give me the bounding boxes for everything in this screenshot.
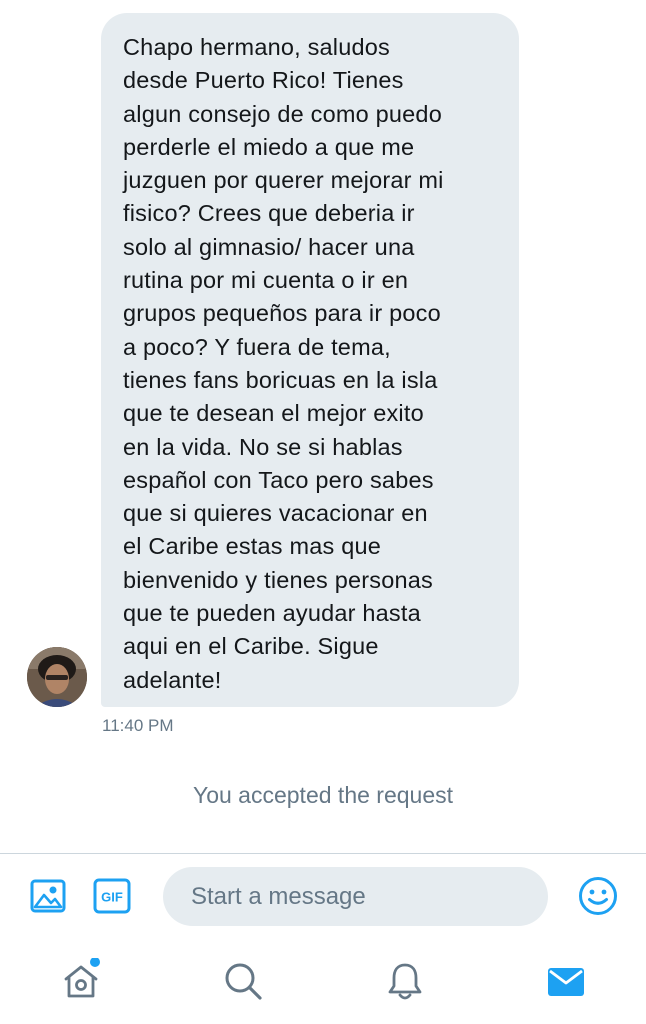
gif-label: GIF [101,890,123,905]
nav-home[interactable] [58,958,104,1004]
avatar[interactable] [27,647,87,707]
add-gif-button[interactable]: GIF [93,877,131,915]
emoji-button[interactable] [578,876,617,915]
image-icon [30,879,66,913]
messages-envelope-icon [548,968,584,996]
message-input[interactable] [163,867,548,926]
notifications-bell-icon [388,963,422,1000]
home-icon [64,958,100,998]
emoji-smile-icon [579,877,617,915]
message-timestamp: 11:40 PM [102,716,174,735]
message-text: Chapo hermano, saludos desde Puerto Rico… [123,34,444,693]
composer-divider [0,853,646,854]
nav-search[interactable] [220,958,266,1004]
received-message-bubble[interactable]: Chapo hermano, saludos desde Puerto Rico… [101,13,519,707]
request-accepted-notice: You accepted the request [192,782,454,808]
avatar-image [27,647,87,707]
nav-notifications[interactable] [382,958,428,1004]
search-icon [225,963,262,1000]
notification-dot [90,958,100,967]
nav-messages[interactable] [543,958,589,1004]
add-photo-button[interactable] [29,877,67,915]
gif-icon: GIF [93,878,131,914]
